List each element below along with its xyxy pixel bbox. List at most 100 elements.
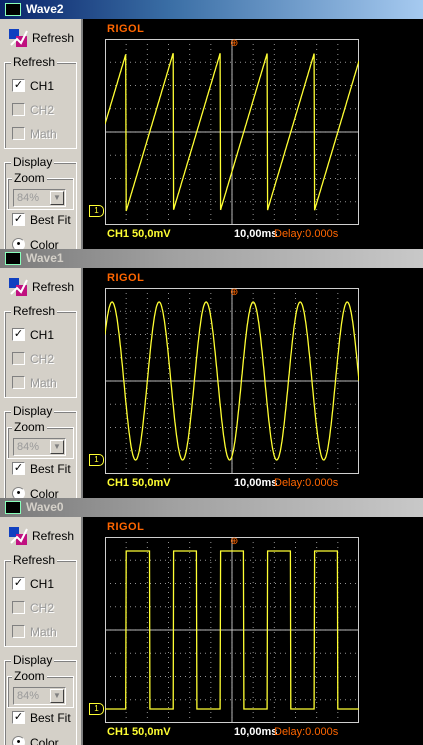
color-label: Color (30, 238, 59, 249)
ch2-label: CH2 (30, 601, 55, 615)
zoom-select[interactable]: 84% ▼ (13, 189, 66, 207)
ch2-label: CH2 (30, 103, 55, 117)
math-label: Math (30, 127, 57, 141)
zoom-group-title: Zoom (12, 669, 47, 683)
refresh-label: Refresh (32, 529, 75, 543)
refresh-group: Refresh ✓ CH1 CH2 Math (4, 304, 77, 398)
ch2-checkbox[interactable]: CH2 (12, 101, 82, 118)
window-titlebar[interactable]: Wave0 (0, 498, 423, 517)
display-group: Display Zoom 84% ▼ ✓ Best Fit • Color (4, 155, 77, 249)
checkbox-box: ✓ (12, 328, 25, 341)
window-titlebar[interactable]: Wave2 (0, 0, 423, 19)
waveform-app-icon (5, 3, 21, 16)
channel1-marker: 1 (89, 703, 104, 715)
control-panel: Refresh Refresh ✓ CH1 CH2 Math Display Zo… (0, 268, 81, 498)
checkbox-box: ✓ (12, 213, 25, 226)
trigger-position-icon: ⊕ (230, 38, 239, 49)
refresh-group: Refresh ✓ CH1 CH2 Math (4, 553, 77, 647)
refresh-label: Refresh (32, 280, 75, 294)
window-title: Wave1 (26, 251, 64, 265)
ch1-checkbox[interactable]: ✓ CH1 (12, 77, 82, 94)
refresh-button[interactable]: Refresh (5, 274, 77, 300)
best-fit-checkbox[interactable]: ✓ Best Fit (12, 709, 82, 726)
color-radio[interactable]: • Color (12, 734, 82, 745)
checkbox-box (12, 352, 25, 365)
best-fit-label: Best Fit (30, 462, 71, 476)
radio-dot: • (12, 736, 25, 745)
refresh-label: Refresh (32, 31, 75, 45)
timebase: 10,00ms (234, 477, 278, 489)
zoom-select[interactable]: 84% ▼ (13, 438, 66, 456)
checkbox-box (12, 601, 25, 614)
channel1-marker: 1 (89, 205, 104, 217)
waveform-graticule (105, 537, 359, 723)
color-radio[interactable]: • Color (12, 485, 82, 498)
refresh-icon (7, 276, 29, 298)
checkbox-box: ✓ (12, 79, 25, 92)
color-label: Color (30, 736, 59, 745)
ch1-checkbox[interactable]: ✓ CH1 (12, 326, 82, 343)
refresh-group-title: Refresh (11, 304, 58, 318)
screen-border (81, 517, 83, 745)
display-group: Display Zoom 84% ▼ ✓ Best Fit • Color (4, 653, 77, 745)
delay: Delay:0.000s (274, 726, 339, 738)
timebase: 10,00ms (234, 228, 278, 240)
ch1-label: CH1 (30, 577, 55, 591)
scope-screen[interactable]: RIGOL ⊕ 1 CH1 50,0mV 10,00ms Delay:0.000… (81, 19, 423, 249)
zoom-group-title: Zoom (12, 171, 47, 185)
waveform-app-icon (5, 501, 21, 514)
scope-screen[interactable]: RIGOL ⊕ 1 CH1 50,0mV 10,00ms Delay:0.000… (81, 268, 423, 498)
radio-dot: • (12, 238, 25, 249)
radio-dot: • (12, 487, 25, 498)
best-fit-checkbox[interactable]: ✓ Best Fit (12, 211, 82, 228)
display-group-title: Display (11, 653, 55, 667)
ch2-checkbox[interactable]: CH2 (12, 599, 82, 616)
trigger-position-icon: ⊕ (230, 287, 239, 298)
display-group-title: Display (11, 404, 55, 418)
control-panel: Refresh Refresh ✓ CH1 CH2 Math Display Zo… (0, 517, 81, 745)
math-label: Math (30, 376, 57, 390)
chevron-down-icon: ▼ (50, 191, 64, 205)
checkbox-box (12, 103, 25, 116)
zoom-value: 84% (17, 192, 40, 204)
wave-window-1: Wave1 Refresh Refresh ✓ CH1 CH2 Math Disp… (0, 249, 423, 498)
ch1-checkbox[interactable]: ✓ CH1 (12, 575, 82, 592)
timebase: 10,00ms (234, 726, 278, 738)
channel1-marker: 1 (89, 454, 104, 466)
waveform-graticule (105, 288, 359, 474)
ch2-checkbox[interactable]: CH2 (12, 350, 82, 367)
ch1-label: CH1 (30, 328, 55, 342)
math-checkbox[interactable]: Math (12, 125, 82, 142)
window-titlebar[interactable]: Wave1 (0, 249, 423, 268)
rigol-logo: RIGOL (107, 521, 145, 533)
channel-scale: CH1 50,0mV (107, 228, 171, 240)
scope-screen[interactable]: RIGOL ⊕ 1 CH1 50,0mV 10,00ms Delay:0.000… (81, 517, 423, 745)
best-fit-checkbox[interactable]: ✓ Best Fit (12, 460, 82, 477)
refresh-button[interactable]: Refresh (5, 25, 77, 51)
math-checkbox[interactable]: Math (12, 623, 82, 640)
rigol-logo: RIGOL (107, 23, 145, 35)
refresh-icon (7, 27, 29, 49)
channel-scale: CH1 50,0mV (107, 726, 171, 738)
math-checkbox[interactable]: Math (12, 374, 82, 391)
ch1-label: CH1 (30, 79, 55, 93)
refresh-group-title: Refresh (11, 553, 58, 567)
delay: Delay:0.000s (274, 477, 339, 489)
color-radio[interactable]: • Color (12, 236, 82, 249)
screen-border (81, 19, 83, 249)
checkbox-box (12, 376, 25, 389)
refresh-button[interactable]: Refresh (5, 523, 77, 549)
zoom-select[interactable]: 84% ▼ (13, 687, 66, 705)
refresh-group-title: Refresh (11, 55, 58, 69)
rigol-logo: RIGOL (107, 272, 145, 284)
refresh-group: Refresh ✓ CH1 CH2 Math (4, 55, 77, 149)
channel-scale: CH1 50,0mV (107, 477, 171, 489)
checkbox-box: ✓ (12, 577, 25, 590)
checkbox-box: ✓ (12, 711, 25, 724)
control-panel: Refresh Refresh ✓ CH1 CH2 Math Display Zo… (0, 19, 81, 249)
chevron-down-icon: ▼ (50, 689, 64, 703)
wave-window-0: Wave0 Refresh Refresh ✓ CH1 CH2 Math Disp… (0, 498, 423, 745)
refresh-icon (7, 525, 29, 547)
checkbox-box (12, 625, 25, 638)
display-group-title: Display (11, 155, 55, 169)
